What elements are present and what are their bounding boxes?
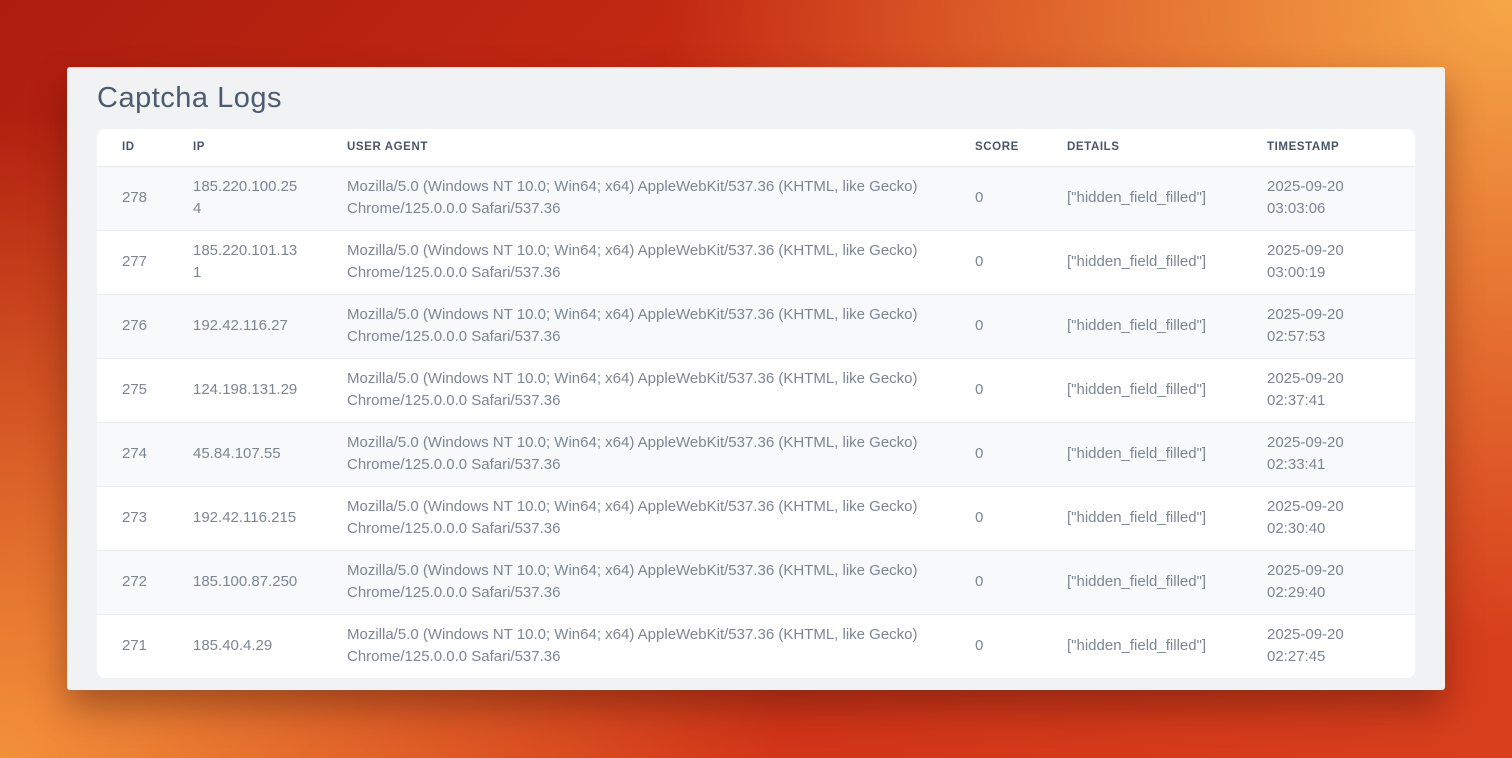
table-row: 276192.42.116.27Mozilla/5.0 (Windows NT … xyxy=(97,294,1415,358)
cell-user-agent: Mozilla/5.0 (Windows NT 10.0; Win64; x64… xyxy=(322,294,950,358)
cell-timestamp: 2025-09-20 02:57:53 xyxy=(1242,294,1415,358)
table-row: 272185.100.87.250Mozilla/5.0 (Windows NT… xyxy=(97,550,1415,614)
column-header-user-agent: USER AGENT xyxy=(322,129,950,166)
table-row: 271185.40.4.29Mozilla/5.0 (Windows NT 10… xyxy=(97,614,1415,678)
table-row: 277185.220.101.131Mozilla/5.0 (Windows N… xyxy=(97,230,1415,294)
cell-score: 0 xyxy=(950,422,1042,486)
column-header-details: DETAILS xyxy=(1042,129,1242,166)
table-row: 278185.220.100.254Mozilla/5.0 (Windows N… xyxy=(97,166,1415,230)
column-header-score: SCORE xyxy=(950,129,1042,166)
cell-timestamp: 2025-09-20 03:03:06 xyxy=(1242,166,1415,230)
captcha-logs-card: Captcha Logs ID IP USER AGENT SCORE DETA… xyxy=(67,67,1445,690)
cell-ip: 45.84.107.55 xyxy=(168,422,322,486)
cell-user-agent: Mozilla/5.0 (Windows NT 10.0; Win64; x64… xyxy=(322,614,950,678)
table-body: 278185.220.100.254Mozilla/5.0 (Windows N… xyxy=(97,166,1415,678)
cell-details: ["hidden_field_filled"] xyxy=(1042,358,1242,422)
cell-ip: 185.220.100.254 xyxy=(168,166,322,230)
cell-details: ["hidden_field_filled"] xyxy=(1042,294,1242,358)
cell-score: 0 xyxy=(950,614,1042,678)
cell-user-agent: Mozilla/5.0 (Windows NT 10.0; Win64; x64… xyxy=(322,486,950,550)
captcha-logs-table: ID IP USER AGENT SCORE DETAILS TIMESTAMP… xyxy=(97,129,1415,678)
cell-score: 0 xyxy=(950,550,1042,614)
cell-score: 0 xyxy=(950,358,1042,422)
cell-details: ["hidden_field_filled"] xyxy=(1042,230,1242,294)
cell-score: 0 xyxy=(950,230,1042,294)
cell-user-agent: Mozilla/5.0 (Windows NT 10.0; Win64; x64… xyxy=(322,358,950,422)
cell-ip: 192.42.116.27 xyxy=(168,294,322,358)
page-title: Captcha Logs xyxy=(97,82,1415,115)
cell-details: ["hidden_field_filled"] xyxy=(1042,614,1242,678)
cell-id: 271 xyxy=(97,614,168,678)
cell-score: 0 xyxy=(950,166,1042,230)
cell-ip: 124.198.131.29 xyxy=(168,358,322,422)
cell-ip: 185.40.4.29 xyxy=(168,614,322,678)
cell-ip: 192.42.116.215 xyxy=(168,486,322,550)
cell-user-agent: Mozilla/5.0 (Windows NT 10.0; Win64; x64… xyxy=(322,230,950,294)
cell-details: ["hidden_field_filled"] xyxy=(1042,550,1242,614)
cell-ip: 185.100.87.250 xyxy=(168,550,322,614)
cell-id: 274 xyxy=(97,422,168,486)
cell-score: 0 xyxy=(950,294,1042,358)
column-header-timestamp: TIMESTAMP xyxy=(1242,129,1415,166)
cell-timestamp: 2025-09-20 02:30:40 xyxy=(1242,486,1415,550)
captcha-logs-table-container: ID IP USER AGENT SCORE DETAILS TIMESTAMP… xyxy=(97,129,1415,678)
table-row: 273192.42.116.215Mozilla/5.0 (Windows NT… xyxy=(97,486,1415,550)
cell-timestamp: 2025-09-20 02:33:41 xyxy=(1242,422,1415,486)
table-row: 27445.84.107.55Mozilla/5.0 (Windows NT 1… xyxy=(97,422,1415,486)
cell-ip: 185.220.101.131 xyxy=(168,230,322,294)
cell-timestamp: 2025-09-20 02:29:40 xyxy=(1242,550,1415,614)
cell-user-agent: Mozilla/5.0 (Windows NT 10.0; Win64; x64… xyxy=(322,550,950,614)
cell-id: 276 xyxy=(97,294,168,358)
column-header-ip: IP xyxy=(168,129,322,166)
cell-timestamp: 2025-09-20 02:37:41 xyxy=(1242,358,1415,422)
table-header: ID IP USER AGENT SCORE DETAILS TIMESTAMP xyxy=(97,129,1415,166)
table-row: 275124.198.131.29Mozilla/5.0 (Windows NT… xyxy=(97,358,1415,422)
cell-details: ["hidden_field_filled"] xyxy=(1042,422,1242,486)
cell-id: 278 xyxy=(97,166,168,230)
cell-id: 277 xyxy=(97,230,168,294)
column-header-id: ID xyxy=(97,129,168,166)
cell-score: 0 xyxy=(950,486,1042,550)
cell-user-agent: Mozilla/5.0 (Windows NT 10.0; Win64; x64… xyxy=(322,422,950,486)
cell-id: 275 xyxy=(97,358,168,422)
cell-timestamp: 2025-09-20 02:27:45 xyxy=(1242,614,1415,678)
cell-id: 273 xyxy=(97,486,168,550)
cell-id: 272 xyxy=(97,550,168,614)
cell-user-agent: Mozilla/5.0 (Windows NT 10.0; Win64; x64… xyxy=(322,166,950,230)
cell-timestamp: 2025-09-20 03:00:19 xyxy=(1242,230,1415,294)
cell-details: ["hidden_field_filled"] xyxy=(1042,166,1242,230)
cell-details: ["hidden_field_filled"] xyxy=(1042,486,1242,550)
